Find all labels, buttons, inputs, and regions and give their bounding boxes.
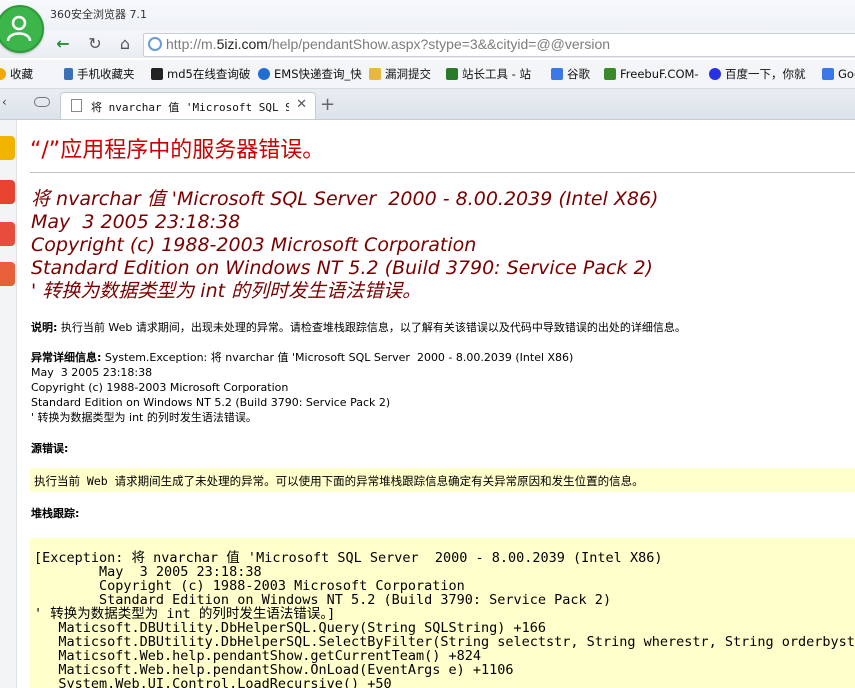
error-message: 将 nvarchar 值 'Microsoft SQL Server 2000 … — [31, 188, 659, 302]
close-icon[interactable]: ✕ — [296, 97, 307, 112]
new-tab-icon[interactable]: + — [320, 94, 335, 115]
bookmark-item[interactable]: 百度一下，你就 — [709, 66, 806, 82]
stack-trace-text: [Exception: 将 nvarchar 值 'Microsoft SQL … — [34, 550, 855, 688]
phone-icon — [64, 68, 73, 80]
bookmark-item[interactable]: 手机收藏夹 — [64, 66, 135, 82]
bookmark-item[interactable]: EMS快递查询_快 — [258, 66, 362, 82]
page-title: “/”应用程序中的服务器错误。 — [30, 138, 325, 163]
refresh-icon[interactable]: ↻ — [82, 33, 108, 55]
bookmark-item[interactable]: Goo — [822, 66, 855, 82]
weibo-icon[interactable] — [0, 180, 15, 204]
bookmark-item[interactable]: 漏洞提交 — [369, 66, 431, 82]
tab-label: 将 nvarchar 值 'Microsoft SQL Serv — [91, 101, 289, 114]
bookmark-item[interactable]: FreebuF.COM- — [604, 66, 699, 82]
tab-strip: ‹ 将 nvarchar 值 'Microsoft SQL Serv ✕ + — [0, 89, 855, 120]
bookmark-favorites[interactable]: 收藏 — [0, 66, 33, 82]
url-text[interactable]: http://m.5izi.com/help/pendantShow.aspx?… — [166, 36, 610, 52]
source-error-text: 执行当前 Web 请求期间生成了未处理的异常。可以使用下面的异常堆栈跟踪信息确定… — [34, 474, 644, 488]
address-input[interactable]: http://m.5izi.com/help/pendantShow.aspx?… — [143, 33, 855, 57]
folder-icon — [369, 68, 381, 80]
page-content: “/”应用程序中的服务器错误。 将 nvarchar 值 'Microsoft … — [16, 120, 855, 688]
star-icon[interactable] — [0, 136, 15, 160]
description: 说明: 执行当前 Web 请求期间，出现未处理的异常。请检查堆栈跟踪信息，以了解… — [31, 321, 686, 334]
cloud-icon[interactable] — [34, 97, 50, 107]
favorites-icon — [0, 68, 6, 80]
back-arrow-icon[interactable]: ← — [50, 33, 76, 55]
bookmarks-bar: 收藏 手机收藏夹 md5在线查询破 EMS快递查询_快 漏洞提交 站长工具 - … — [0, 60, 855, 89]
bookmark-item[interactable]: 站长工具 - 站 — [446, 66, 531, 82]
tab-active[interactable]: 将 nvarchar 值 'Microsoft SQL Serv ✕ — [60, 92, 316, 119]
tab-scroll-left-icon[interactable]: ‹ — [2, 95, 7, 109]
divider — [30, 172, 855, 173]
stack-trace-box: [Exception: 将 nvarchar 值 'Microsoft SQL … — [30, 538, 855, 688]
ie-icon — [258, 68, 270, 80]
person-icon — [6, 15, 32, 41]
chart-icon — [446, 68, 458, 80]
globe-icon — [148, 37, 162, 51]
baidu-icon — [709, 68, 721, 80]
google-icon — [551, 68, 563, 80]
source-error-heading: 源错误: — [31, 442, 69, 455]
google-icon — [822, 68, 834, 80]
grid-icon — [151, 68, 163, 80]
source-error-box: 执行当前 Web 请求期间生成了未处理的异常。可以使用下面的异常堆栈跟踪信息确定… — [30, 468, 855, 492]
bookmark-item[interactable]: md5在线查询破 — [151, 66, 250, 82]
navigation-bar: ← ↻ ⌂ http://m.5izi.com/help/pendantShow… — [0, 30, 855, 58]
left-sidebar — [0, 120, 17, 688]
home-icon[interactable]: ⌂ — [112, 33, 138, 55]
window-title: 360安全浏览器 7.1 — [50, 8, 147, 21]
title-bar: 360安全浏览器 7.1 — [0, 0, 855, 30]
note-icon[interactable] — [0, 262, 15, 286]
bookmark-item[interactable]: 谷歌 — [551, 66, 590, 82]
freebuf-icon — [604, 68, 616, 80]
stack-trace-heading: 堆栈跟踪: — [31, 507, 80, 520]
document-icon — [71, 99, 82, 112]
exception-details: 异常详细信息: System.Exception: 将 nvarchar 值 '… — [31, 351, 574, 424]
mail-icon[interactable] — [0, 222, 15, 246]
